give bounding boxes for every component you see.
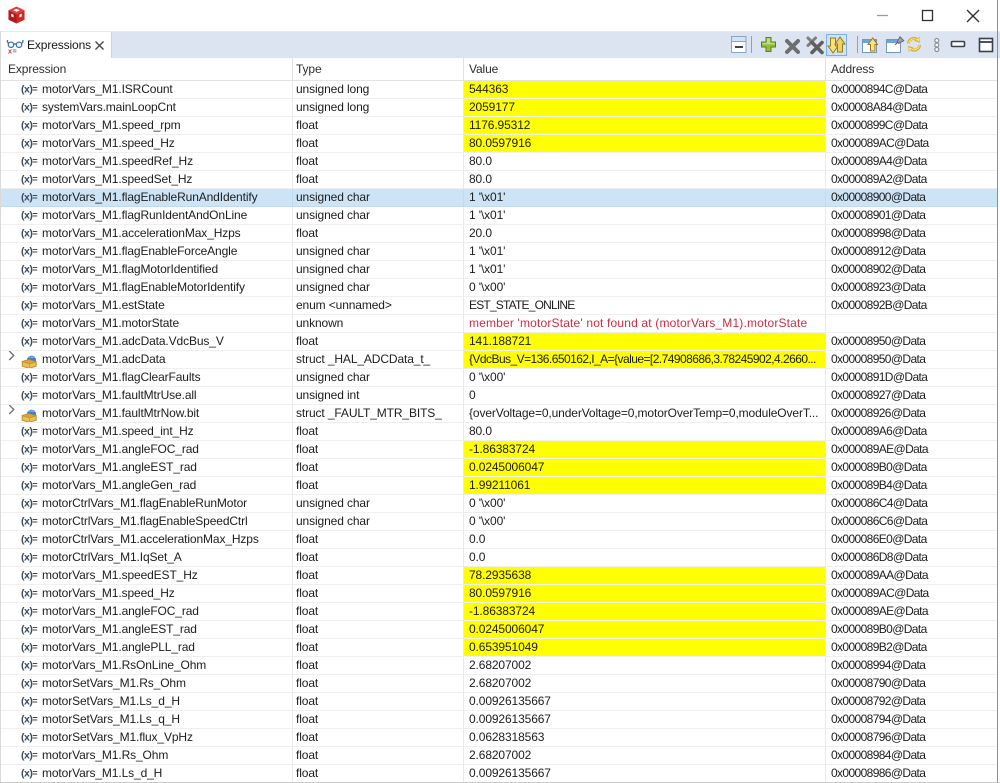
svg-text:x: x: [8, 49, 12, 55]
svg-text:=: =: [13, 49, 17, 55]
